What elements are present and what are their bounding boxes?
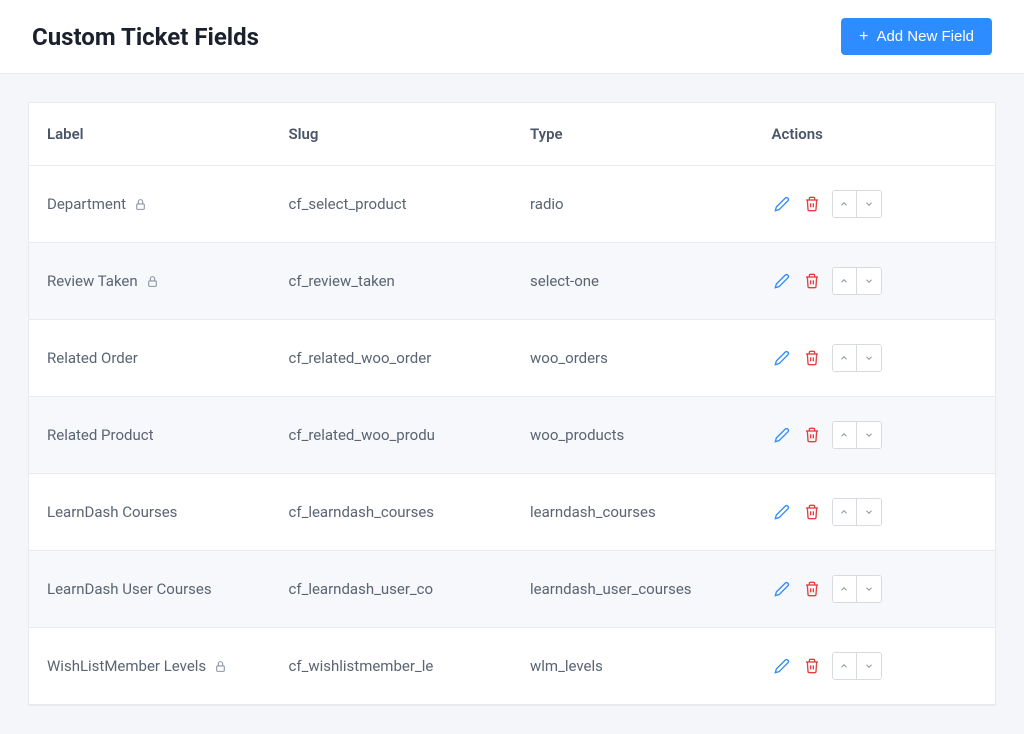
delete-button[interactable] — [802, 194, 822, 214]
reorder-group — [832, 421, 882, 449]
table-row: Related Product cf_related_woo_produwoo_p… — [29, 397, 995, 474]
page-title: Custom Ticket Fields — [32, 23, 259, 51]
field-type: woo_orders — [512, 320, 754, 397]
edit-button[interactable] — [772, 348, 792, 368]
table-header-row: Label Slug Type Actions — [29, 103, 995, 166]
field-slug: cf_learndash_user_co — [271, 551, 513, 628]
delete-button[interactable] — [802, 348, 822, 368]
field-label: Related Product — [47, 426, 154, 444]
column-header-type: Type — [512, 103, 754, 166]
reorder-group — [832, 267, 882, 295]
field-slug: cf_related_woo_order — [271, 320, 513, 397]
table-row: LearnDash User Courses cf_learndash_user_… — [29, 551, 995, 628]
edit-button[interactable] — [772, 579, 792, 599]
field-slug: cf_select_product — [271, 166, 513, 243]
delete-button[interactable] — [802, 502, 822, 522]
reorder-group — [832, 498, 882, 526]
field-type: radio — [512, 166, 754, 243]
edit-button[interactable] — [772, 194, 792, 214]
field-label: Department — [47, 195, 126, 213]
lock-icon — [146, 275, 159, 288]
field-type: learndash_user_courses — [512, 551, 754, 628]
fields-table: Label Slug Type Actions Department cf_sel… — [28, 102, 996, 706]
lock-icon — [214, 660, 227, 673]
edit-button[interactable] — [772, 271, 792, 291]
add-new-field-button[interactable]: + Add New Field — [841, 18, 992, 55]
move-down-button[interactable] — [857, 422, 881, 448]
move-down-button[interactable] — [857, 345, 881, 371]
move-down-button[interactable] — [857, 191, 881, 217]
field-slug: cf_related_woo_produ — [271, 397, 513, 474]
add-new-field-label: Add New Field — [876, 28, 974, 45]
move-up-button[interactable] — [833, 499, 857, 525]
field-slug: cf_learndash_courses — [271, 474, 513, 551]
field-slug: cf_wishlistmember_le — [271, 628, 513, 705]
delete-button[interactable] — [802, 579, 822, 599]
column-header-actions: Actions — [754, 103, 996, 166]
field-label: LearnDash User Courses — [47, 580, 212, 598]
table-row: Related Order cf_related_woo_orderwoo_ord… — [29, 320, 995, 397]
delete-button[interactable] — [802, 656, 822, 676]
field-label: WishListMember Levels — [47, 657, 206, 675]
move-down-button[interactable] — [857, 653, 881, 679]
field-slug: cf_review_taken — [271, 243, 513, 320]
field-type: woo_products — [512, 397, 754, 474]
table-row: Department cf_select_productradio — [29, 166, 995, 243]
move-up-button[interactable] — [833, 268, 857, 294]
edit-button[interactable] — [772, 502, 792, 522]
delete-button[interactable] — [802, 425, 822, 445]
field-label: Related Order — [47, 349, 138, 367]
field-type: wlm_levels — [512, 628, 754, 705]
move-up-button[interactable] — [833, 653, 857, 679]
delete-button[interactable] — [802, 271, 822, 291]
column-header-slug: Slug — [271, 103, 513, 166]
lock-icon — [134, 198, 147, 211]
table-row: Review Taken cf_review_takenselect-one — [29, 243, 995, 320]
field-type: select-one — [512, 243, 754, 320]
move-down-button[interactable] — [857, 268, 881, 294]
table-row: LearnDash Courses cf_learndash_courseslea… — [29, 474, 995, 551]
reorder-group — [832, 344, 882, 372]
reorder-group — [832, 190, 882, 218]
page-header: Custom Ticket Fields + Add New Field — [0, 0, 1024, 74]
table-row: WishListMember Levels cf_wishlistmember_l… — [29, 628, 995, 705]
reorder-group — [832, 575, 882, 603]
move-up-button[interactable] — [833, 576, 857, 602]
plus-icon: + — [859, 29, 868, 45]
edit-button[interactable] — [772, 425, 792, 445]
field-type: learndash_courses — [512, 474, 754, 551]
column-header-label: Label — [29, 103, 271, 166]
edit-button[interactable] — [772, 656, 792, 676]
field-label: Review Taken — [47, 272, 138, 290]
move-up-button[interactable] — [833, 191, 857, 217]
move-up-button[interactable] — [833, 345, 857, 371]
move-up-button[interactable] — [833, 422, 857, 448]
move-down-button[interactable] — [857, 499, 881, 525]
field-label: LearnDash Courses — [47, 503, 177, 521]
move-down-button[interactable] — [857, 576, 881, 602]
